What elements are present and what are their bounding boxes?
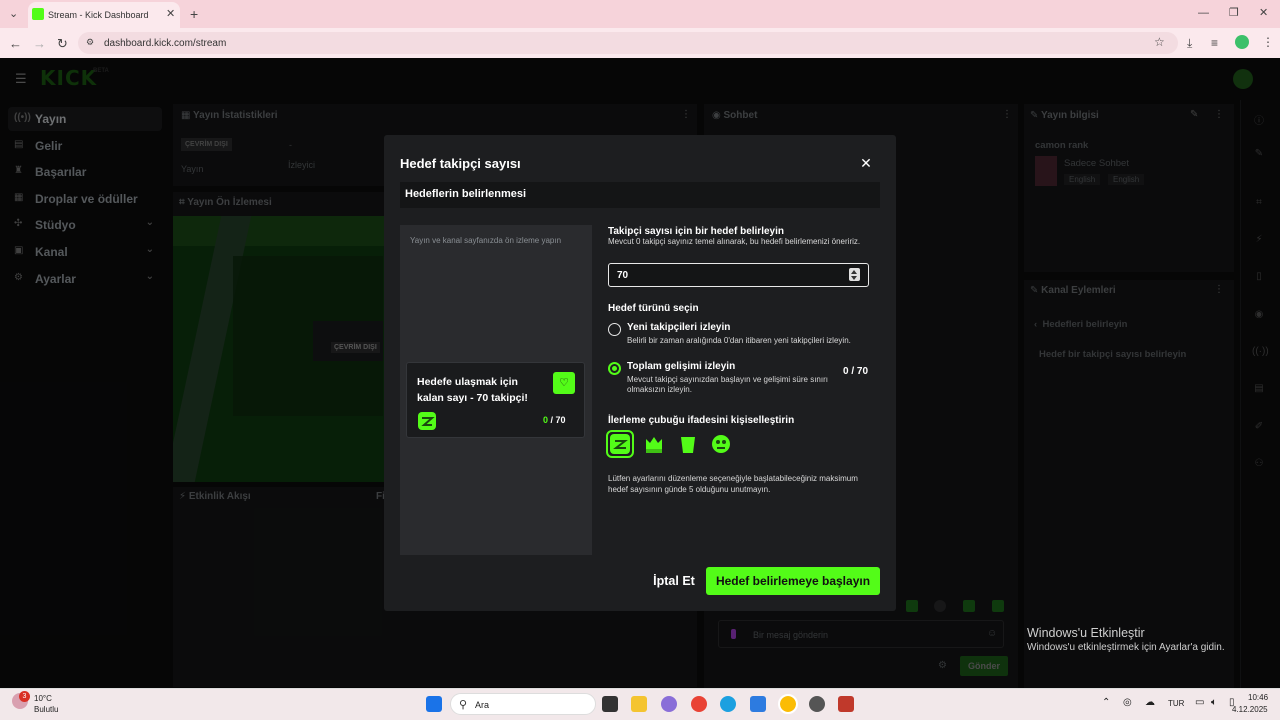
- app-icon[interactable]: [809, 696, 825, 712]
- activation-watermark: Windows'u Etkinleştir Windows'u etkinleş…: [1027, 626, 1225, 653]
- reload-icon[interactable]: ↻: [57, 37, 68, 50]
- heart-icon: ♡: [553, 372, 575, 394]
- download-icon[interactable]: ⤓: [1187, 37, 1192, 49]
- radio-new-followers[interactable]: [608, 323, 621, 336]
- option2-title: Toplam gelişimi izleyin: [627, 361, 736, 372]
- reading-list-icon[interactable]: ≡: [1211, 37, 1218, 49]
- goal-type-label: Hedef türünü seçin: [608, 303, 699, 314]
- kick-face-emote-option[interactable]: [606, 430, 634, 458]
- angular-icon[interactable]: [838, 696, 854, 712]
- task-view-icon[interactable]: [602, 696, 618, 712]
- language-indicator[interactable]: TUR: [1168, 699, 1184, 708]
- file-explorer-icon[interactable]: [631, 696, 647, 712]
- clock-time[interactable]: 10:46: [1248, 693, 1268, 702]
- stepper-down-icon[interactable]: [851, 276, 857, 280]
- goal-hint: Mevcut 0 takipçi sayınız temel alınarak,…: [608, 237, 861, 246]
- close-window-icon[interactable]: ✕: [1259, 8, 1268, 19]
- volume-icon[interactable]: 🔈︎: [1211, 697, 1217, 708]
- option2-desc: Mevcut takipçi sayınızdan başlayın ve ge…: [627, 375, 828, 394]
- search-icon: ⚲: [459, 699, 468, 711]
- tab-title: Stream - Kick Dashboard: [48, 10, 149, 20]
- browser-menu-icon[interactable]: ⋮: [1262, 36, 1274, 48]
- copilot-icon[interactable]: [661, 696, 677, 712]
- site-info-icon[interactable]: ⚙: [86, 38, 94, 47]
- modal-title: Hedef takipçi sayısı: [400, 156, 521, 171]
- watermark-title: Windows'u Etkinleştir: [1027, 626, 1145, 640]
- tray-expand-icon[interactable]: ⌃: [1102, 697, 1110, 708]
- goal-limit-note: Lütfen ayarlarını düzenleme seçeneğiyle …: [608, 474, 858, 494]
- number-stepper[interactable]: [849, 268, 860, 281]
- option1-desc: Belirli bir zaman aralığında 0'dan itiba…: [627, 336, 851, 345]
- emote-label: İlerleme çubuğu ifadesini kişiselleştiri…: [608, 415, 795, 426]
- green-blob-emote-option[interactable]: [677, 433, 699, 455]
- preview-hint: Yayın ve kanal sayfanızda ön izleme yapı…: [410, 236, 562, 245]
- address-bar[interactable]: ⚙ dashboard.kick.com/stream ☆: [78, 32, 1178, 54]
- taskbar-search[interactable]: ⚲ Ara: [450, 693, 596, 715]
- kick-favicon-icon: [32, 8, 44, 20]
- windows-start-icon[interactable]: [426, 696, 442, 712]
- minimize-icon[interactable]: —: [1198, 8, 1209, 19]
- goal-count-input[interactable]: [608, 263, 869, 287]
- weather-temp[interactable]: 10°C: [34, 694, 52, 703]
- restore-icon[interactable]: ❐: [1229, 8, 1239, 19]
- kick-face-emote-icon: [417, 411, 437, 431]
- goal-label: Takipçi sayısı için bir hedef belirleyin: [608, 226, 784, 237]
- tray-app-icon[interactable]: ◎: [1123, 697, 1132, 708]
- goal-card-count: 0 / 70: [543, 415, 566, 425]
- clock-date[interactable]: 4.12.2025: [1232, 705, 1268, 714]
- url-text: dashboard.kick.com/stream: [104, 38, 227, 49]
- store-icon[interactable]: [750, 696, 766, 712]
- new-tab-icon[interactable]: +: [190, 7, 198, 21]
- section-title: Hedeflerin belirlenmesi: [405, 188, 527, 200]
- edge-icon[interactable]: [720, 696, 736, 712]
- option2-count: 0 / 70: [843, 366, 869, 377]
- tab-search-icon[interactable]: ⌄: [9, 9, 18, 20]
- stepper-up-icon[interactable]: [851, 270, 857, 274]
- notification-badge: 3: [19, 691, 30, 702]
- profile-avatar[interactable]: [1235, 35, 1249, 49]
- network-icon[interactable]: ▭: [1195, 697, 1204, 708]
- option1-title: Yeni takipçileri izleyin: [627, 322, 731, 333]
- dizzy-emote-option[interactable]: [710, 433, 732, 455]
- goal-card-title: Hedefe ulaşmak için kalan sayı - 70 taki…: [417, 376, 528, 404]
- cloud-icon[interactable]: ☁: [1145, 697, 1155, 708]
- close-icon[interactable]: ✕: [858, 155, 874, 172]
- crown-emote-option[interactable]: [643, 433, 665, 455]
- back-icon[interactable]: ←: [9, 37, 22, 50]
- bookmark-star-icon[interactable]: ☆: [1154, 36, 1165, 48]
- watermark-subtitle: Windows'u etkinleştirmek için Ayarlar'a …: [1027, 642, 1225, 653]
- browser-tab[interactable]: Stream - Kick Dashboard ✕: [28, 2, 180, 28]
- search-placeholder: Ara: [475, 700, 490, 710]
- cancel-button[interactable]: İptal Et: [646, 567, 702, 595]
- close-tab-icon[interactable]: ✕: [166, 9, 175, 20]
- chrome-active-icon[interactable]: [778, 694, 798, 714]
- start-goal-button[interactable]: Hedef belirlemeye başlayın: [706, 567, 880, 595]
- forward-icon[interactable]: →: [33, 37, 46, 50]
- weather-desc[interactable]: Bulutlu: [34, 705, 58, 714]
- chrome-icon[interactable]: [691, 696, 707, 712]
- radio-total-progress[interactable]: [608, 362, 621, 375]
